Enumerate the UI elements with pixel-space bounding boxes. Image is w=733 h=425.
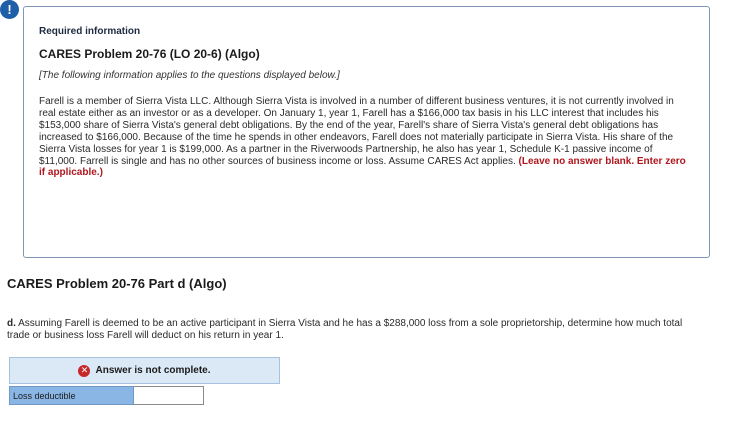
problem-description: Farell is a member of Sierra Vista LLC. …: [39, 96, 689, 179]
answer-status-banner: ✕ Answer is not complete.: [9, 357, 280, 384]
loss-deductible-label: Loss deductible: [9, 386, 134, 405]
loss-deductible-input[interactable]: [134, 386, 204, 405]
problem-title: CARES Problem 20-76 (LO 20-6) (Algo): [39, 47, 260, 61]
alert-icon: !: [0, 0, 19, 19]
question-label: d.: [7, 318, 16, 329]
required-information-label: Required information: [39, 26, 141, 37]
question: d. Assuming Farell is deemed to be an ac…: [7, 318, 707, 342]
answer-row: Loss deductible: [9, 386, 204, 405]
question-text: Assuming Farell is deemed to be an activ…: [7, 318, 683, 341]
error-x-icon: ✕: [78, 364, 91, 377]
required-information-panel: Required information CARES Problem 20-76…: [23, 6, 710, 258]
info-note: [The following information applies to th…: [39, 70, 340, 81]
part-title: CARES Problem 20-76 Part d (Algo): [7, 276, 227, 291]
answer-status-text: Answer is not complete.: [95, 365, 211, 376]
